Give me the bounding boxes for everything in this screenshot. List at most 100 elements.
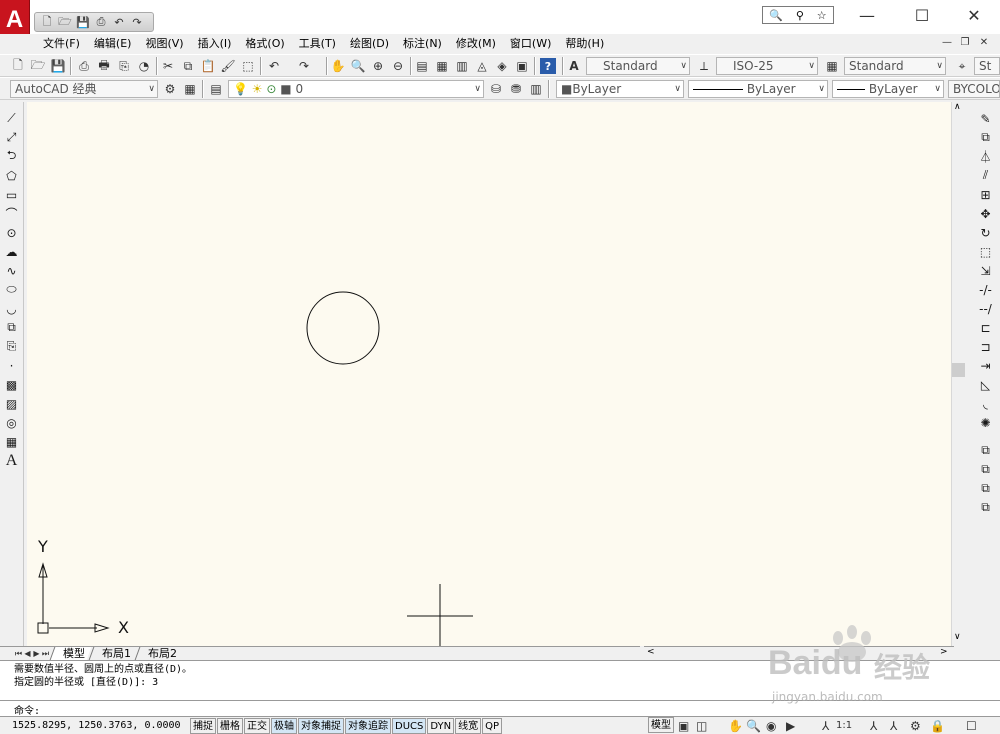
sheet-set-icon[interactable]: ◬ (474, 58, 490, 74)
save-icon[interactable]: 💾 (50, 58, 66, 74)
lock-icon[interactable]: 🔒 (930, 718, 945, 734)
bring-above-icon[interactable]: ⧉ (977, 480, 994, 497)
break-at-point-icon[interactable]: ⊏ (977, 319, 994, 336)
menu-file[interactable]: 文件(F) (36, 34, 87, 54)
toggle-osnap[interactable]: 对象捕捉 (298, 717, 344, 734)
dim-style-select[interactable]: ISO-25 ∨ (716, 57, 818, 75)
make-object-layer-current-icon[interactable]: ⛁ (488, 81, 504, 97)
workspace-switch-icon[interactable]: ⚙ (910, 718, 921, 734)
last-tab-icon[interactable]: ⏭ (41, 649, 50, 659)
color-select[interactable]: ■ByLayer ∨ (556, 80, 684, 98)
plot-icon[interactable]: ⎙ (76, 58, 92, 74)
multileader-style-select[interactable]: St (974, 57, 1000, 75)
vertical-scroll-thumb[interactable] (952, 363, 965, 377)
pan-icon[interactable]: ✋ (728, 718, 743, 734)
break-icon[interactable]: ⊐ (977, 338, 994, 355)
clean-screen-icon[interactable]: ☐ (966, 718, 977, 734)
pan-icon[interactable]: ✋ (330, 58, 346, 74)
table-style-select[interactable]: Standard ∨ (844, 57, 946, 75)
table-style-icon[interactable]: ▦ (824, 58, 840, 74)
fillet-icon[interactable]: ◟ (977, 395, 994, 412)
tab-layout2[interactable]: 布局2 (134, 647, 184, 660)
zoom-realtime-icon[interactable]: 🔍 (350, 58, 366, 74)
horizontal-scrollbar[interactable]: < > (644, 646, 954, 660)
scroll-left-icon[interactable]: < (647, 647, 655, 657)
scroll-up-icon[interactable]: ∧ (954, 102, 961, 112)
lineweight-select[interactable]: ByLayer ∨ (832, 80, 944, 98)
redo-icon[interactable]: ↷ (296, 58, 312, 74)
toggle-polar[interactable]: 极轴 (271, 717, 297, 734)
close-button[interactable]: ✕ (952, 4, 996, 28)
point-icon[interactable]: · (3, 357, 20, 374)
explode-icon[interactable]: ✺ (977, 414, 994, 431)
move-icon[interactable]: ✥ (977, 205, 994, 222)
first-tab-icon[interactable]: ⏮ (14, 649, 23, 659)
search-icon[interactable]: 🔍 (769, 9, 783, 22)
layer-states-icon[interactable]: ▥ (528, 81, 544, 97)
markup-icon[interactable]: ◈ (494, 58, 510, 74)
copy-icon[interactable]: ⧉ (180, 58, 196, 74)
steeringwheel-icon[interactable]: ◉ (766, 718, 776, 734)
pin-icon[interactable]: ⚲ (796, 9, 804, 22)
star-icon[interactable]: ☆ (817, 9, 827, 22)
tab-layout1[interactable]: 布局1 (88, 647, 138, 660)
save-icon[interactable]: 💾 (75, 15, 91, 29)
trim-icon[interactable]: -/- (977, 281, 994, 298)
menu-view[interactable]: 视图(V) (138, 34, 190, 54)
menu-insert[interactable]: 插入(I) (191, 34, 239, 54)
prev-tab-icon[interactable]: ◀ (23, 649, 32, 658)
rotate-icon[interactable]: ↻ (977, 224, 994, 241)
doc-restore-icon[interactable]: ❐ (958, 37, 972, 48)
hatch-icon[interactable]: ▩ (3, 376, 20, 393)
text-style-icon[interactable]: A (566, 58, 582, 74)
insert-block-icon[interactable]: ⧉ (3, 319, 20, 336)
auto-scale-icon[interactable]: ⅄ (890, 718, 897, 734)
viewport-icon[interactable]: ◫ (696, 718, 707, 734)
chamfer-icon[interactable]: ◺ (977, 376, 994, 393)
multileader-style-icon[interactable]: ⌖ (954, 58, 970, 74)
construction-line-icon[interactable]: ⤢ (3, 129, 20, 146)
annotation-scale-value[interactable]: 1:1 (836, 718, 852, 734)
annotation-visibility-icon[interactable]: ⅄ (870, 718, 877, 734)
annotation-scale-icon[interactable]: ⅄ (822, 718, 829, 734)
command-input[interactable]: 命令: (0, 700, 1000, 717)
menu-tools[interactable]: 工具(T) (292, 34, 343, 54)
scale-icon[interactable]: ⬚ (977, 243, 994, 260)
gradient-icon[interactable]: ▨ (3, 395, 20, 412)
maximize-button[interactable]: ☐ (900, 4, 944, 28)
scroll-right-icon[interactable]: > (940, 647, 948, 657)
block-editor-icon[interactable]: ⬚ (240, 58, 256, 74)
circle-icon[interactable]: ⊙ (3, 224, 20, 241)
qnew-icon[interactable]: 🗋 (10, 58, 26, 74)
plot-preview-icon[interactable]: 🖶 (96, 58, 112, 74)
line-icon[interactable]: ⟋ (3, 110, 20, 127)
workspace-select[interactable]: AutoCAD 经典 ∨ (10, 80, 158, 98)
menu-draw[interactable]: 绘图(D) (343, 34, 396, 54)
undo-icon[interactable]: ↶ (111, 15, 127, 29)
polygon-icon[interactable]: ⬠ (3, 167, 20, 184)
menu-help[interactable]: 帮助(H) (558, 34, 611, 54)
spline-icon[interactable]: ∿ (3, 262, 20, 279)
help-icon[interactable]: ? (540, 58, 556, 74)
undo-icon[interactable]: ↶ (266, 58, 282, 74)
3d-dwf-icon[interactable]: ◔ (136, 58, 152, 74)
polyline-icon[interactable]: ⮌ (3, 148, 20, 165)
tab-model[interactable]: 模型 (49, 647, 92, 660)
match-properties-icon[interactable]: 🖌 (220, 58, 236, 74)
zoom-previous-icon[interactable]: ⊖ (390, 58, 406, 74)
array-icon[interactable]: ⊞ (977, 186, 994, 203)
scroll-down-icon[interactable]: ∨ (954, 632, 961, 642)
zoom-window-icon[interactable]: ⊕ (370, 58, 386, 74)
menu-window[interactable]: 窗口(W) (503, 34, 558, 54)
customize-icon[interactable]: ▦ (182, 81, 198, 97)
toggle-ducs[interactable]: DUCS (392, 717, 427, 734)
erase-icon[interactable]: ✎ (977, 110, 994, 127)
toggle-qp[interactable]: QP (482, 717, 503, 734)
publish-icon[interactable]: ⎘ (116, 58, 132, 74)
layout-icon[interactable]: ▣ (678, 718, 689, 734)
multiline-text-icon[interactable]: A (3, 452, 20, 469)
rectangle-icon[interactable]: ▭ (3, 186, 20, 203)
redo-icon[interactable]: ↷ (129, 15, 145, 29)
minimize-button[interactable]: — (845, 4, 889, 28)
open-folder-icon[interactable]: 🗁 (57, 15, 73, 29)
